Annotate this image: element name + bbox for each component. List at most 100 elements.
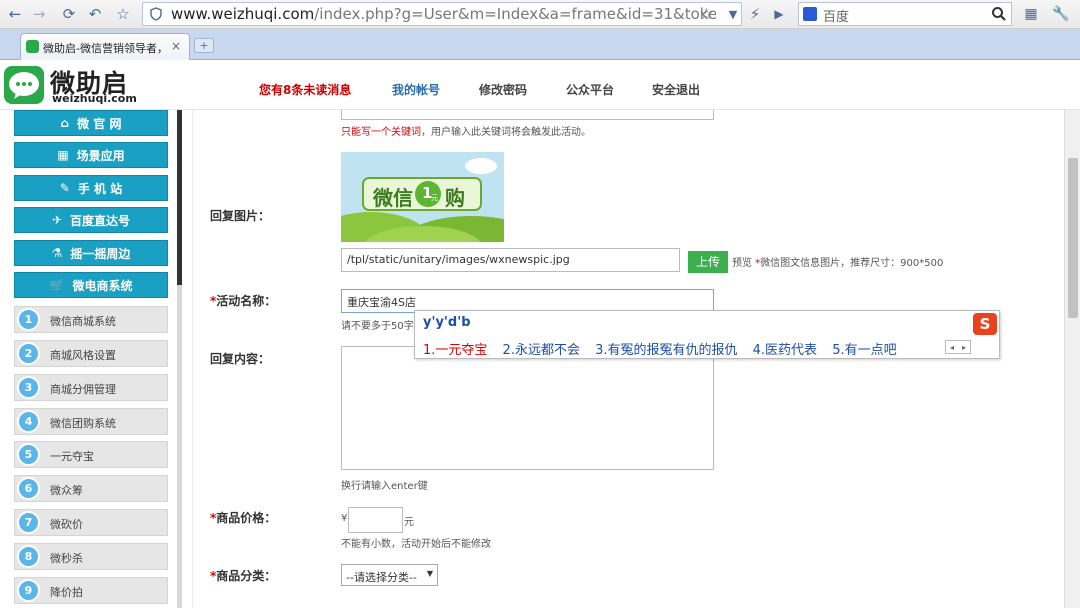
ime-candidate[interactable]: 1.一元夺宝 (423, 343, 487, 358)
price-unit: 元 (404, 517, 414, 528)
bookmark-star-icon[interactable]: ☆ (699, 4, 713, 23)
subitem-number: 6 (17, 477, 40, 500)
sidebar-item-mobile-site[interactable]: ✎ 手 机 站 (14, 175, 168, 201)
browser-toolbar: ← → ⟳ ↶ ☆ www.weizhuqi.com/index.php?g=U… (0, 0, 1080, 29)
sidebar-item-ecommerce[interactable]: 🛒 微电商系统 (14, 272, 168, 298)
site-logo[interactable]: 微助启 weizhuqi.com (4, 64, 144, 106)
new-tab-button[interactable]: + (194, 38, 214, 53)
reply-content-hint: 换行请输入enter键 (341, 481, 428, 492)
upload-button[interactable]: 上传 (688, 251, 728, 273)
grid-icon: ▦ (57, 148, 69, 162)
sidebar-item-label: 微电商系统 (72, 278, 133, 293)
subitem-label: 商城分佣管理 (50, 383, 116, 396)
sidebar-item-scene-apps[interactable]: ▦ 场景应用 (14, 142, 168, 168)
undo-icon[interactable]: ↶ (84, 4, 106, 24)
lightning-icon[interactable]: ⚡ (744, 4, 766, 24)
subitem-number: 9 (17, 579, 40, 602)
reply-image-label: 回复图片： (210, 209, 271, 223)
sidebar-subitem-2[interactable]: 2 商城风格设置 (14, 340, 168, 367)
ime-pinyin: y'y'd'b (423, 315, 471, 330)
ime-candidate[interactable]: 4.医药代表 (753, 343, 817, 358)
ime-candidate[interactable]: 2.永远都不会 (503, 343, 580, 358)
activity-name-label: *活动名称： (210, 294, 277, 308)
ime-candidate[interactable]: 5.有一点吧 (832, 343, 896, 358)
reload-icon[interactable]: ⟳ (58, 4, 80, 24)
category-select[interactable]: --请选择分类-- ▼ (341, 564, 438, 586)
edit-icon: ✎ (59, 181, 70, 195)
ime-prev-icon[interactable]: ◂ (950, 343, 954, 352)
price-input[interactable] (348, 507, 403, 533)
wrench-icon[interactable]: 🔧 (1050, 4, 1072, 24)
address-bar[interactable]: www.weizhuqi.com/index.php?g=User&m=Inde… (142, 2, 742, 26)
subitem-label: 商城风格设置 (50, 349, 116, 362)
apps-icon[interactable]: ▦ (1020, 4, 1042, 24)
star-icon[interactable]: ☆ (112, 4, 134, 24)
logo-badge-icon (4, 66, 44, 104)
url-text: www.weizhuqi.com/index.php?g=User&m=Inde… (171, 5, 716, 23)
sidebar-subitem-7[interactable]: 7 微砍价 (14, 509, 168, 536)
price-hint: 不能有小数，活动开始后不能修改 (341, 539, 491, 550)
search-box[interactable]: 百度 (798, 2, 1012, 26)
dropdown-icon[interactable]: ▼ (722, 4, 744, 24)
reply-content-label: 回复内容： (210, 352, 271, 366)
favicon-icon (26, 40, 39, 53)
browser-tab[interactable]: 微助启-微信营销领导者， × (20, 33, 190, 60)
play-icon[interactable]: ▶ (768, 4, 790, 24)
sidebar-item-label: 手 机 站 (77, 181, 123, 196)
logo-domain: weizhuqi.com (52, 92, 137, 105)
banner-unit: 元 (431, 194, 438, 202)
ime-candidates: 1.一元夺宝 2.永远都不会 3.有冤的报冤有仇的报仇 4.医药代表 5.有一点… (423, 339, 908, 358)
sidebar-item-shake[interactable]: ⚗ 摇一摇周边 (14, 240, 168, 266)
subitem-label: 微秒杀 (50, 552, 83, 565)
subitem-label: 微砍价 (50, 518, 83, 531)
sidebar-subitem-1[interactable]: 1 微信商城系统 (14, 306, 168, 333)
sidebar-subitem-9[interactable]: 9 降价拍 (14, 577, 168, 604)
subitem-label: 微信团购系统 (50, 417, 116, 430)
page-scroll-thumb[interactable] (1068, 158, 1078, 318)
subitem-number: 1 (17, 308, 40, 331)
page-scrollbar[interactable] (1064, 110, 1080, 608)
subitem-number: 5 (17, 443, 40, 466)
image-hint: 预览 *微信图文信息图片，推荐尺寸：900*500 (732, 258, 944, 269)
image-path-input[interactable]: /tpl/static/unitary/images/wxnewspic.jpg (341, 248, 680, 272)
reply-content-textarea[interactable] (341, 346, 714, 470)
price-label: *商品价格： (210, 511, 277, 525)
back-icon[interactable]: ← (4, 4, 26, 24)
home-icon: ⌂ (60, 116, 70, 130)
sidebar-item-baidu-direct[interactable]: ✈ 百度直达号 (14, 207, 168, 233)
subitem-number: 3 (17, 376, 40, 399)
subitem-number: 8 (17, 545, 40, 568)
subitem-label: 微众筹 (50, 484, 83, 497)
banner-text-2: 购 (445, 186, 465, 210)
category-select-value: --请选择分类-- (346, 571, 417, 584)
sidebar-subitem-6[interactable]: 6 微众筹 (14, 475, 168, 502)
tab-close-icon[interactable]: × (171, 39, 181, 53)
shield-icon (149, 7, 163, 21)
nav-my-account[interactable]: 我的帐号 (392, 81, 440, 98)
sidebar-item-label: 场景应用 (76, 148, 125, 163)
sidebar-scroll-thumb[interactable] (177, 110, 182, 285)
search-engine-label: 百度 (823, 10, 850, 25)
nav-public-platform[interactable]: 公众平台 (566, 81, 614, 98)
subitem-label: 一元夺宝 (50, 450, 94, 463)
keyword-input[interactable] (341, 110, 714, 120)
reply-image-preview: 微信 1 元 购 (341, 152, 504, 242)
cart-icon: 🛒 (49, 278, 65, 292)
sidebar-subitem-4[interactable]: 4 微信团购系统 (14, 408, 168, 435)
keyword-hint: 只能写一个关键词，用户输入此关键词将会触发此活动。 (341, 127, 591, 138)
subitem-number: 7 (17, 511, 40, 534)
nav-logout[interactable]: 安全退出 (652, 81, 700, 98)
site-header: 微助启 weizhuqi.com 您有8条未读消息 我的帐号 修改密码 公众平台… (0, 60, 1080, 110)
ime-candidate[interactable]: 3.有冤的报冤有仇的报仇 (595, 343, 737, 358)
sidebar-subitem-3[interactable]: 3 商城分佣管理 (14, 374, 168, 401)
forward-icon[interactable]: → (28, 4, 50, 24)
sidebar-item-micro-site[interactable]: ⌂ 微 官 网 (14, 110, 168, 136)
price-currency: ¥ (341, 513, 348, 524)
preview-link[interactable]: 预览 (732, 258, 752, 269)
nav-unread-messages[interactable]: 您有8条未读消息 (259, 81, 351, 98)
sidebar-subitem-5[interactable]: 5 一元夺宝 (14, 441, 168, 468)
ime-next-icon[interactable]: ▸ (962, 343, 966, 352)
search-icon[interactable] (988, 4, 1010, 24)
sidebar-subitem-8[interactable]: 8 微秒杀 (14, 543, 168, 570)
nav-change-password[interactable]: 修改密码 (479, 81, 527, 98)
